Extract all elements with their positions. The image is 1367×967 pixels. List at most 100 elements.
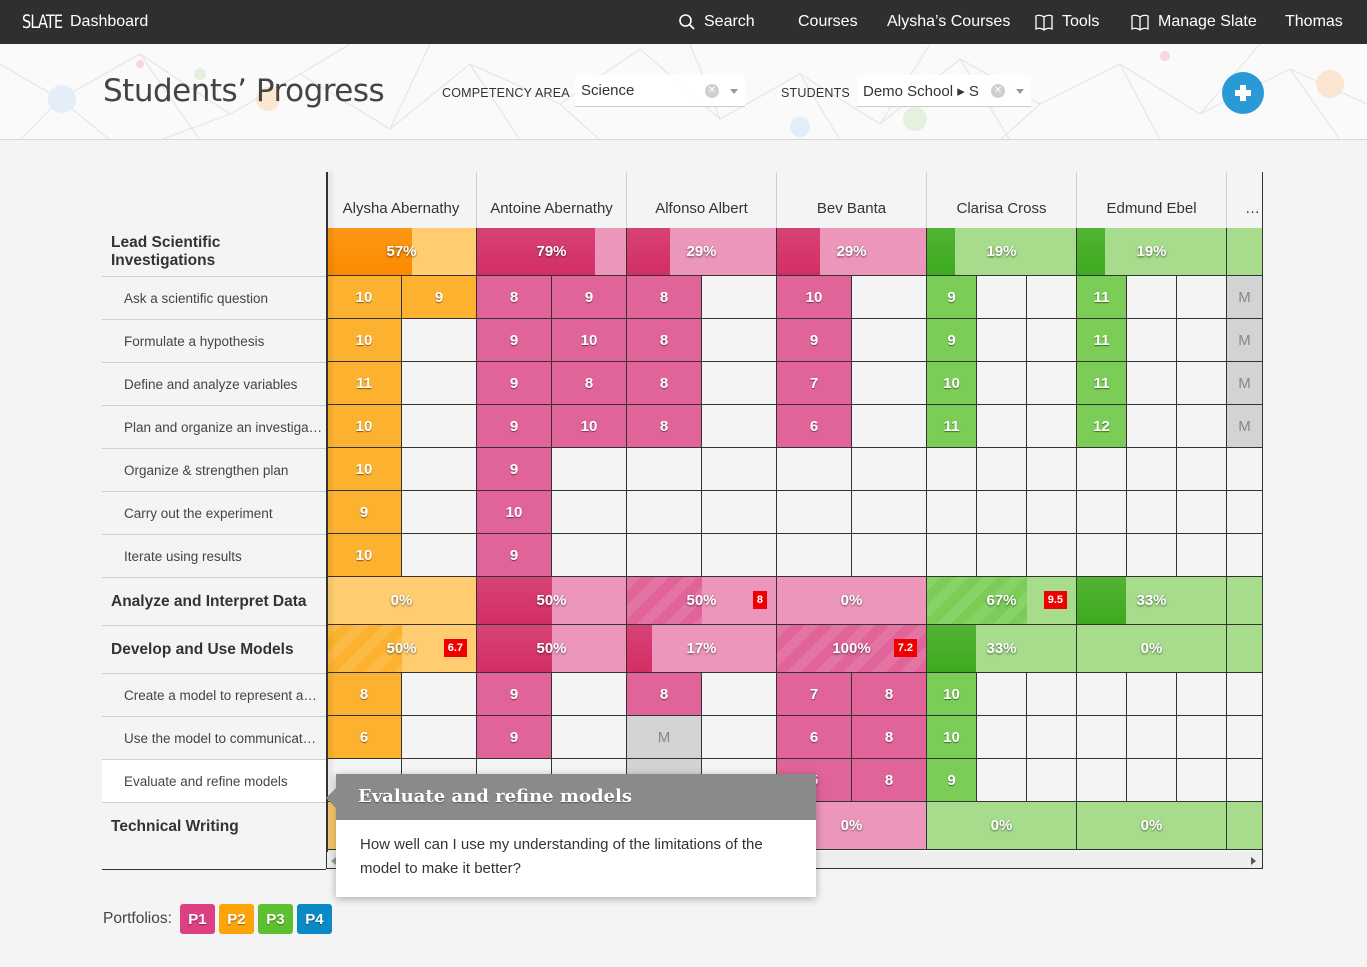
score-cell[interactable] — [1027, 716, 1077, 759]
chevron-down-icon[interactable] — [1016, 89, 1024, 94]
missing-score-cell[interactable]: M — [627, 716, 702, 759]
skill-row-label[interactable]: Formulate a hypothesis — [102, 319, 326, 362]
score-cell[interactable]: 11 — [1077, 362, 1127, 405]
competency-row-label[interactable]: Lead Scientific Investigations — [102, 228, 326, 276]
score-cell[interactable]: 11 — [927, 405, 977, 448]
score-cell[interactable] — [552, 491, 627, 534]
missing-score-cell[interactable]: M — [1227, 405, 1262, 448]
score-cell[interactable]: 9 — [477, 362, 552, 405]
score-cell[interactable] — [1027, 362, 1077, 405]
score-cell[interactable] — [1127, 759, 1177, 802]
competency-progress-bar[interactable]: 19% — [927, 228, 1077, 276]
score-cell[interactable] — [1177, 319, 1227, 362]
nav-user-menu[interactable]: Thomas — [1285, 13, 1343, 31]
score-cell[interactable] — [977, 673, 1027, 716]
score-cell[interactable]: 9 — [477, 319, 552, 362]
score-cell[interactable] — [852, 405, 927, 448]
score-cell[interactable] — [1077, 673, 1127, 716]
competency-progress-bar[interactable] — [1227, 625, 1262, 673]
skill-row-label[interactable]: Define and analyze variables — [102, 362, 326, 405]
score-cell[interactable] — [977, 319, 1027, 362]
score-cell[interactable]: 10 — [927, 362, 977, 405]
competency-progress-bar[interactable]: 17% — [627, 625, 777, 673]
competency-row-label[interactable]: Analyze and Interpret Data — [102, 577, 326, 625]
score-cell[interactable] — [977, 716, 1027, 759]
chevron-down-icon[interactable] — [730, 89, 738, 94]
score-cell[interactable] — [977, 534, 1027, 577]
score-cell[interactable] — [1127, 319, 1177, 362]
score-cell[interactable] — [1127, 534, 1177, 577]
score-cell[interactable] — [777, 491, 852, 534]
score-cell[interactable] — [852, 319, 927, 362]
brand[interactable]: SLATE Dashboard — [22, 11, 148, 33]
score-cell[interactable] — [402, 319, 477, 362]
student-column-header[interactable]: Edmund Ebel — [1076, 172, 1226, 228]
score-cell[interactable] — [977, 276, 1027, 319]
score-cell[interactable] — [1027, 491, 1077, 534]
competency-progress-bar[interactable]: 0% — [927, 802, 1077, 850]
competency-progress-bar[interactable] — [1227, 577, 1262, 625]
score-cell[interactable]: 9 — [402, 276, 477, 319]
score-cell[interactable] — [1227, 534, 1262, 577]
score-cell[interactable]: 8 — [852, 716, 927, 759]
student-column-header[interactable]: Clarisa Cross — [926, 172, 1076, 228]
score-cell[interactable] — [927, 491, 977, 534]
score-cell[interactable] — [702, 673, 777, 716]
score-cell[interactable] — [852, 448, 927, 491]
competency-progress-bar[interactable]: 50% — [477, 625, 627, 673]
score-cell[interactable]: 10 — [327, 405, 402, 448]
nav-alyshas-courses[interactable]: Alysha’s Courses — [887, 13, 1010, 31]
score-cell[interactable] — [1127, 491, 1177, 534]
score-cell[interactable] — [1227, 448, 1262, 491]
skill-row-label[interactable]: Create a model to represent a… — [102, 673, 326, 716]
score-cell[interactable]: 6 — [327, 716, 402, 759]
competency-progress-bar[interactable]: 50% — [477, 577, 627, 625]
score-cell[interactable]: 10 — [327, 276, 402, 319]
score-cell[interactable] — [1077, 448, 1127, 491]
score-cell[interactable] — [702, 362, 777, 405]
score-cell[interactable] — [1077, 534, 1127, 577]
score-cell[interactable] — [977, 491, 1027, 534]
score-cell[interactable]: 9 — [327, 491, 402, 534]
score-cell[interactable] — [1227, 673, 1262, 716]
score-cell[interactable] — [1177, 759, 1227, 802]
competency-progress-bar[interactable]: 29% — [627, 228, 777, 276]
score-cell[interactable] — [402, 448, 477, 491]
score-cell[interactable] — [1027, 276, 1077, 319]
slate-logo[interactable]: SLATE — [22, 11, 63, 33]
portfolio-badge[interactable]: P4 — [296, 904, 332, 934]
competency-progress-bar[interactable]: 33% — [1077, 577, 1227, 625]
score-cell[interactable]: 8 — [852, 759, 927, 802]
nav-search[interactable]: Search — [678, 13, 755, 31]
score-cell[interactable]: 8 — [627, 405, 702, 448]
score-cell[interactable]: 9 — [477, 716, 552, 759]
score-cell[interactable] — [1177, 276, 1227, 319]
score-cell[interactable] — [402, 673, 477, 716]
score-cell[interactable] — [1127, 448, 1177, 491]
score-cell[interactable] — [627, 491, 702, 534]
score-cell[interactable] — [927, 534, 977, 577]
competency-progress-bar[interactable] — [1227, 228, 1262, 276]
competency-progress-bar[interactable]: 0% — [327, 577, 477, 625]
competency-progress-bar[interactable]: 79% — [477, 228, 627, 276]
score-cell[interactable]: 9 — [777, 319, 852, 362]
score-cell[interactable] — [852, 491, 927, 534]
student-column-header[interactable]: Bev Banta — [776, 172, 926, 228]
score-cell[interactable] — [1227, 491, 1262, 534]
score-cell[interactable] — [1127, 405, 1177, 448]
score-cell[interactable] — [702, 276, 777, 319]
score-cell[interactable]: 11 — [327, 362, 402, 405]
students-select[interactable]: Demo School ▸ S ✕ — [857, 75, 1031, 107]
competency-progress-bar[interactable]: 50% 8 — [627, 577, 777, 625]
score-cell[interactable] — [402, 362, 477, 405]
score-cell[interactable]: 10 — [327, 448, 402, 491]
clear-icon[interactable]: ✕ — [991, 84, 1005, 98]
nav-courses[interactable]: Courses — [798, 13, 858, 31]
score-cell[interactable] — [977, 362, 1027, 405]
score-cell[interactable] — [552, 534, 627, 577]
score-cell[interactable]: 8 — [627, 276, 702, 319]
score-cell[interactable] — [402, 491, 477, 534]
score-cell[interactable]: 9 — [477, 448, 552, 491]
skill-row-label[interactable]: Iterate using results — [102, 534, 326, 577]
skill-row-label[interactable]: Carry out the experiment — [102, 491, 326, 534]
